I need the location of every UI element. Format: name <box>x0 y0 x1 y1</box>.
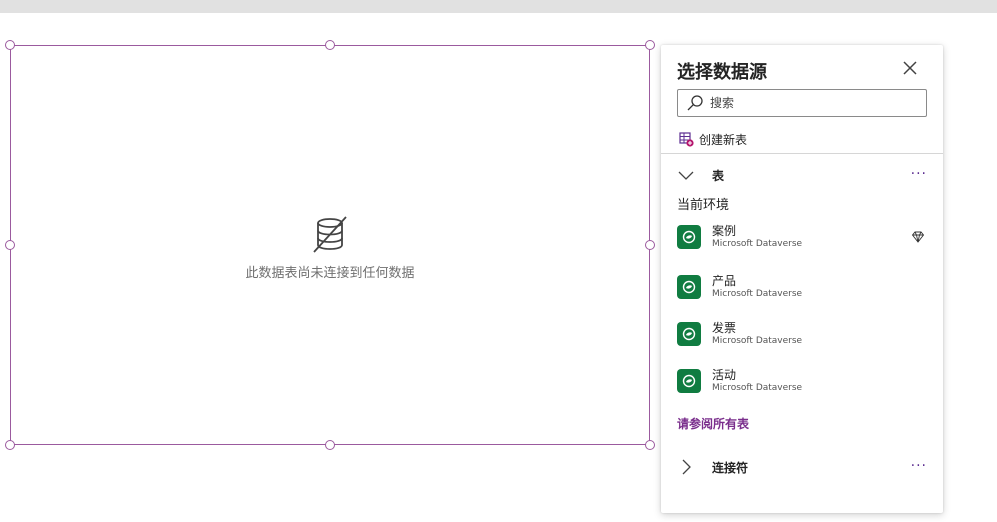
environment-label: 当前环境 <box>677 198 730 213</box>
chevron-right-icon <box>682 459 691 475</box>
resize-handle-bottom[interactable] <box>325 440 335 450</box>
dataverse-icon <box>677 275 701 299</box>
dataverse-icon <box>677 369 701 393</box>
table-item-name: 案例 <box>712 224 737 238</box>
table-item-cases[interactable]: 案例 Microsoft Dataverse <box>677 219 927 255</box>
resize-handle-top-left[interactable] <box>5 40 15 50</box>
see-all-tables-link[interactable]: 请参阅所有表 <box>677 415 749 432</box>
resize-handle-bottom-right[interactable] <box>645 440 655 450</box>
close-icon[interactable] <box>901 59 919 77</box>
divider <box>661 153 943 154</box>
tables-section-header[interactable]: 表 ··· <box>677 164 927 186</box>
data-table-control[interactable]: 此数据表尚未连接到任何数据 <box>10 45 650 445</box>
tables-more-button[interactable]: ··· <box>911 166 927 182</box>
resize-handle-left[interactable] <box>5 240 15 250</box>
search-box[interactable] <box>677 89 927 117</box>
panel-title: 选择数据源 <box>677 62 767 83</box>
empty-state: 此数据表尚未连接到任何数据 <box>11 214 649 281</box>
chevron-down-icon <box>678 171 694 180</box>
search-input[interactable] <box>710 96 910 110</box>
resize-handle-top[interactable] <box>325 40 335 50</box>
table-item-activities[interactable]: 活动 Microsoft Dataverse <box>677 363 927 399</box>
table-item-invoices[interactable]: 发票 Microsoft Dataverse <box>677 316 927 352</box>
tables-section-label: 表 <box>712 168 725 183</box>
create-new-table-button[interactable]: 创建新表 <box>679 131 747 148</box>
table-item-source: Microsoft Dataverse <box>712 383 803 393</box>
dataverse-icon <box>677 322 701 346</box>
table-item-source: Microsoft Dataverse <box>712 289 803 299</box>
database-disconnected-icon <box>313 216 347 253</box>
premium-diamond-icon <box>911 231 925 243</box>
resize-handle-bottom-left[interactable] <box>5 440 15 450</box>
connectors-section-label: 连接符 <box>712 460 749 475</box>
table-item-source: Microsoft Dataverse <box>712 336 803 346</box>
table-item-name: 发票 <box>712 321 737 335</box>
table-item-products[interactable]: 产品 Microsoft Dataverse <box>677 269 927 305</box>
connectors-more-button[interactable]: ··· <box>911 458 927 474</box>
resize-handle-right[interactable] <box>645 240 655 250</box>
select-data-source-panel: 选择数据源 创建新表 表 ··· 当前环境 <box>661 45 943 513</box>
dataverse-icon <box>677 225 701 249</box>
table-item-source: Microsoft Dataverse <box>712 239 803 249</box>
empty-message: 此数据表尚未连接到任何数据 <box>245 266 415 281</box>
resize-handle-top-right[interactable] <box>645 40 655 50</box>
connectors-section-header[interactable]: 连接符 ··· <box>677 456 927 478</box>
table-add-icon <box>679 132 694 147</box>
top-bar <box>0 0 997 13</box>
table-item-name: 活动 <box>712 368 737 382</box>
search-icon <box>687 95 703 111</box>
create-new-table-label: 创建新表 <box>699 133 748 147</box>
table-item-name: 产品 <box>712 274 737 288</box>
